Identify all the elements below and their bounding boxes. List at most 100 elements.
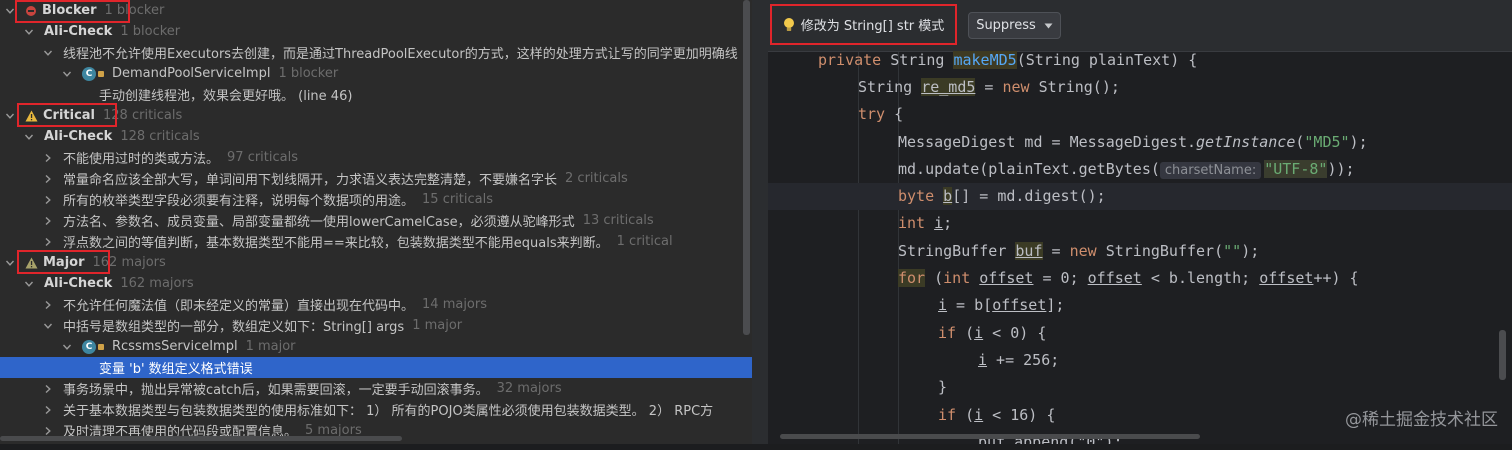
tree-node-rule[interactable]: 常量命名应该全部大写，单词间用下划线隔开，力求语义表达完整清楚，不要嫌名字长 2… xyxy=(0,168,752,189)
editor-horizontal-scrollbar[interactable] xyxy=(780,434,1200,439)
class-count: 1 blocker xyxy=(278,66,339,81)
chevron-down-icon[interactable] xyxy=(24,132,34,142)
rule-count: 97 criticals xyxy=(227,150,299,165)
chevron-right-icon[interactable] xyxy=(43,237,53,247)
code-preview-panel: 修改为 String[] str 模式 Suppress private Str… xyxy=(768,0,1512,450)
panel-splitter[interactable] xyxy=(752,0,768,450)
caret-down-icon xyxy=(1044,23,1053,29)
chevron-right-icon[interactable] xyxy=(43,153,53,163)
code-line: i += 256; xyxy=(978,351,1060,369)
rule-label: 不能使用过时的类或方法。 xyxy=(63,152,220,167)
tree-vertical-scrollbar[interactable] xyxy=(743,0,750,335)
rule-label: 所有的枚举类型字段必须要有注释，说明每个数据项的用途。 xyxy=(63,194,415,209)
group-label: Ali-Check xyxy=(44,276,113,291)
tree-node-major[interactable]: Major 162 majors xyxy=(0,252,752,273)
group-label: Ali-Check xyxy=(44,129,113,144)
tree-node-rule[interactable]: 浮点数之间的等值判断，基本数据类型不能用==来比较，包装数据类型不能用equal… xyxy=(0,231,752,252)
chevron-down-icon[interactable] xyxy=(5,258,15,268)
tree-node-rule[interactable]: 事务场景中，抛出异常被catch后，如果需要回滚，一定要手动回滚事务。 32 m… xyxy=(0,378,752,399)
code-line: md.update(plainText.getBytes(charsetName… xyxy=(898,160,1355,179)
chevron-right-icon[interactable] xyxy=(43,384,53,394)
editor-vertical-scrollbar[interactable] xyxy=(1499,330,1506,380)
chevron-right-icon[interactable] xyxy=(43,405,53,415)
chevron-down-icon[interactable] xyxy=(62,69,72,79)
severity-label: Major xyxy=(43,255,85,270)
group-count: 162 majors xyxy=(120,276,194,291)
inspection-results-tree[interactable]: Blocker 1 blocker Ali-Check 1 blocker 线程… xyxy=(0,0,752,450)
code-line: int i; xyxy=(898,214,953,232)
tree-node-rule[interactable]: 中括号是数组类型的一部分，数组定义如下：String[] args 1 majo… xyxy=(0,315,752,336)
group-count: 1 blocker xyxy=(120,24,181,39)
rule-label: 事务场景中，抛出异常被catch后，如果需要回滚，一定要手动回滚事务。 xyxy=(63,383,489,398)
class-count: 1 major xyxy=(245,339,296,354)
chevron-down-icon[interactable] xyxy=(24,27,34,37)
tree-node-ali-check[interactable]: Ali-Check 128 criticals xyxy=(0,126,752,147)
chevron-down-icon[interactable] xyxy=(5,6,15,16)
lock-icon xyxy=(98,70,104,77)
lightbulb-icon xyxy=(783,17,795,33)
quick-fix-button[interactable]: 修改为 String[] str 模式 xyxy=(770,4,957,45)
chevron-down-icon[interactable] xyxy=(62,342,72,352)
tree-node-rule[interactable]: 关于基本数据类型与包装数据类型的使用标准如下： 1） 所有的POJO类属性必须使… xyxy=(0,399,752,420)
class-label: DemandPoolServiceImpl xyxy=(112,66,271,81)
class-label: RcssmsServiceImpl xyxy=(112,339,238,354)
blocker-severity-icon xyxy=(25,5,37,17)
code-line: MessageDigest md = MessageDigest.getInst… xyxy=(898,133,1368,151)
tree-node-ali-check[interactable]: Ali-Check 162 majors xyxy=(0,273,752,294)
rule-label: 浮点数之间的等值判断，基本数据类型不能用==来比较，包装数据类型不能用equal… xyxy=(63,236,609,251)
parameter-hint: charsetName: xyxy=(1159,162,1262,179)
quick-fix-label: 修改为 String[] str 模式 xyxy=(800,19,945,34)
rule-count: 2 criticals xyxy=(565,171,628,186)
tree-node-rule[interactable]: 方法名、参数名、成员变量、局部变量都统一使用lowerCamelCase，必须遵… xyxy=(0,210,752,231)
chevron-right-icon[interactable] xyxy=(43,300,53,310)
code-editor[interactable]: private String makeMD5(String plainText)… xyxy=(768,51,1512,450)
rule-label: 常量命名应该全部大写，单词间用下划线隔开，力求语义表达完整清楚，不要嫌名字长 xyxy=(63,173,558,188)
chevron-right-icon[interactable] xyxy=(43,195,53,205)
watermark: @稀土掘金技术社区 xyxy=(1345,410,1498,430)
severity-count: 1 blocker xyxy=(104,3,165,18)
chevron-right-icon[interactable] xyxy=(43,174,53,184)
tree-node-ali-check[interactable]: Ali-Check 1 blocker xyxy=(0,21,752,42)
chevron-down-icon[interactable] xyxy=(43,321,53,331)
severity-count: 128 criticals xyxy=(103,108,183,123)
code-line: i = b[offset]; xyxy=(938,296,1065,314)
chevron-down-icon[interactable] xyxy=(43,48,53,58)
tree-node-problem[interactable]: 手动创建线程池，效果会更好哦。 (line 46) xyxy=(0,84,752,105)
code-line: if (i < 0) { xyxy=(938,324,1047,342)
critical-warning-icon xyxy=(25,110,38,122)
suppress-dropdown-button[interactable]: Suppress xyxy=(968,12,1061,39)
code-line: String re_md5 = new String(); xyxy=(858,78,1120,96)
rule-count: 14 majors xyxy=(422,297,488,312)
major-warning-icon xyxy=(25,257,38,269)
chevron-down-icon[interactable] xyxy=(24,279,34,289)
chevron-right-icon[interactable] xyxy=(43,216,53,226)
tree-node-rule[interactable]: 不允许任何魔法值（即未经定义的常量）直接出现在代码中。 14 majors xyxy=(0,294,752,315)
tree-node-rule[interactable]: 不能使用过时的类或方法。 97 criticals xyxy=(0,147,752,168)
rule-count: 13 criticals xyxy=(582,213,654,228)
tree-horizontal-scrollbar[interactable] xyxy=(0,436,402,441)
code-line: try { xyxy=(858,105,904,123)
chevron-down-icon[interactable] xyxy=(5,111,15,121)
severity-label: Critical xyxy=(43,108,96,123)
suppress-label: Suppress xyxy=(976,18,1036,33)
severity-label: Blocker xyxy=(42,3,97,18)
code-line: for (int offset = 0; offset < b.length; … xyxy=(898,269,1359,287)
tree-node-rule[interactable]: 所有的枚举类型字段必须要有注释，说明每个数据项的用途。 15 criticals xyxy=(0,189,752,210)
chevron-right-icon[interactable] xyxy=(43,426,53,436)
rule-count: 32 majors xyxy=(496,381,562,396)
rule-count: 1 critical xyxy=(616,234,673,249)
rule-count: 15 criticals xyxy=(422,192,494,207)
tree-node-rule[interactable]: 线程池不允许使用Executors去创建，而是通过ThreadPoolExecu… xyxy=(0,42,752,63)
tree-node-problem-selected[interactable]: 变量 'b' 数组定义格式错误 xyxy=(0,357,752,378)
problem-label: 手动创建线程池，效果会更好哦。 (line 46) xyxy=(99,89,353,104)
tree-node-blocker[interactable]: Blocker 1 blocker xyxy=(0,0,752,21)
group-label: Ali-Check xyxy=(44,24,113,39)
code-line: private String makeMD5(String plainText)… xyxy=(818,51,1198,69)
tree-node-class[interactable]: C DemandPoolServiceImpl 1 blocker xyxy=(0,63,752,84)
class-icon: C xyxy=(82,66,96,81)
tree-node-critical[interactable]: Critical 128 criticals xyxy=(0,105,752,126)
tree-node-class[interactable]: C RcssmsServiceImpl 1 major xyxy=(0,336,752,357)
quick-fix-toolbar: 修改为 String[] str 模式 Suppress xyxy=(768,0,1512,52)
rule-label: 方法名、参数名、成员变量、局部变量都统一使用lowerCamelCase，必须遵… xyxy=(63,215,575,230)
severity-count: 162 majors xyxy=(92,255,166,270)
